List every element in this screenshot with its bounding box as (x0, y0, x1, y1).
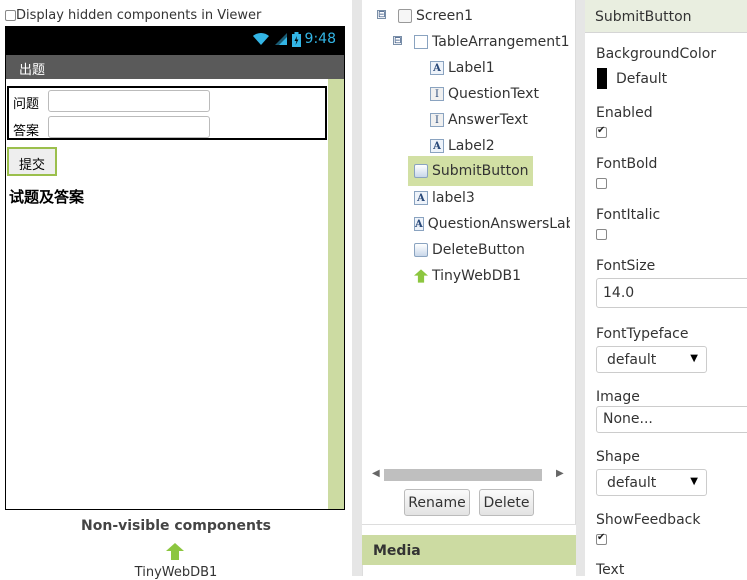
answer-label[interactable]: 答案 (13, 120, 39, 139)
status-time: 9:48 (304, 31, 336, 47)
tree-item-label: DeleteButton (432, 242, 525, 258)
wifi-icon (252, 32, 269, 45)
panel-divider (576, 0, 585, 576)
screen-icon (398, 9, 412, 23)
display-hidden-checkbox[interactable]: Display hidden components in Viewer (5, 8, 261, 23)
fontbold-label: FontBold (596, 156, 658, 172)
properties-panel: SubmitButton BackgroundColor Default Ena… (585, 0, 747, 576)
fontsize-input[interactable]: 14.0 (596, 278, 747, 308)
phone-status-bar: 9:48 (6, 27, 344, 55)
label-icon: A (430, 61, 444, 75)
fonttypeface-select[interactable]: default ▼ (596, 346, 707, 373)
tree-item-label1[interactable]: A Label1 (430, 57, 495, 79)
tree-item-tinywebdb1[interactable]: TinyWebDB1 (414, 265, 521, 287)
signal-icon (274, 33, 287, 45)
viewer-panel: Display hidden components in Viewer 9:48 (0, 0, 352, 580)
tree-item-label3[interactable]: A label3 (414, 187, 475, 209)
tree-item-answertext[interactable]: I AnswerText (430, 109, 528, 131)
fonttypeface-value: default (607, 352, 657, 368)
showfeedback-label: ShowFeedback (596, 512, 701, 528)
tree-item-submitbutton[interactable]: SubmitButton (408, 156, 533, 186)
tree-item-questionanswerslabel[interactable]: A QuestionAnswersLabe (414, 213, 570, 235)
fontsize-label: FontSize (596, 258, 656, 274)
screen-title-bar: 出题 (6, 55, 344, 79)
shape-select[interactable]: default ▼ (596, 469, 707, 496)
label-icon: A (430, 139, 444, 153)
phone-preview: 9:48 出题 问题 答案 提交 试题及答案 (5, 26, 345, 510)
tree-item-tablearrangement1[interactable]: TableArrangement1 (414, 31, 570, 53)
scroll-left-icon[interactable]: ◀ (372, 468, 380, 479)
shape-value: default (607, 475, 657, 491)
text-label: Text (596, 562, 625, 576)
delete-button[interactable]: Delete (479, 489, 534, 516)
answer-text-input[interactable] (48, 116, 210, 138)
media-panel-body (362, 565, 576, 576)
screen-title: 出题 (19, 63, 46, 78)
table-arrangement-icon (414, 35, 428, 49)
tree-item-screen1[interactable]: Screen1 (398, 5, 473, 27)
tree-item-label: label3 (432, 190, 475, 206)
tree-item-label: Screen1 (416, 8, 474, 24)
submit-button-preview[interactable]: 提交 (7, 147, 57, 176)
fonttypeface-label: FontTypeface (596, 326, 689, 342)
selected-component-name: SubmitButton (595, 9, 692, 25)
backgroundcolor-value[interactable]: Default (616, 71, 667, 87)
tree-item-label: QuestionAnswersLabe (427, 216, 570, 232)
question-text-input[interactable] (48, 90, 210, 112)
display-hidden-label: Display hidden components in Viewer (16, 8, 262, 23)
qa-label-preview[interactable]: 试题及答案 (9, 186, 84, 207)
tinywebdb-icon (414, 269, 428, 283)
panel-divider (352, 0, 362, 576)
table-arrangement-preview[interactable]: 问题 答案 (7, 86, 327, 140)
button-icon (414, 243, 428, 257)
rename-button[interactable]: Rename (404, 489, 470, 516)
dropdown-caret-icon: ▼ (690, 476, 698, 487)
tree-item-label: TinyWebDB1 (432, 268, 521, 284)
tree-item-label: QuestionText (448, 86, 539, 102)
tree-item-label: SubmitButton (432, 163, 529, 179)
label-icon: A (414, 217, 424, 231)
shape-label: Shape (596, 449, 640, 465)
textbox-icon: I (430, 87, 444, 101)
battery-icon (291, 31, 301, 47)
collapse-toggle-icon[interactable]: ⊟ (377, 10, 386, 20)
viewer-scroll-strip (328, 79, 344, 509)
media-panel-header: Media (362, 535, 576, 565)
image-label: Image (596, 389, 640, 405)
properties-header: SubmitButton (585, 0, 747, 33)
tree-item-label2[interactable]: A Label2 (430, 135, 495, 157)
media-title: Media (373, 543, 421, 559)
dropdown-caret-icon: ▼ (690, 353, 698, 364)
image-picker[interactable]: None... (596, 406, 747, 433)
tree-item-questiontext[interactable]: I QuestionText (430, 83, 539, 105)
backgroundcolor-label: BackgroundColor (596, 46, 717, 62)
collapse-toggle-icon[interactable]: ⊟ (393, 36, 402, 46)
enabled-label: Enabled (596, 105, 653, 121)
textbox-icon: I (430, 113, 444, 127)
fontitalic-checkbox[interactable] (596, 229, 607, 240)
button-icon (414, 164, 428, 178)
tree-item-label: TableArrangement1 (432, 34, 570, 50)
tree-item-label: AnswerText (448, 112, 528, 128)
fontbold-checkbox[interactable] (596, 178, 607, 189)
tree-item-deletebutton[interactable]: DeleteButton (414, 239, 525, 261)
nonvisible-item[interactable]: TinyWebDB1 (0, 565, 352, 580)
tinywebdb-icon[interactable] (166, 543, 184, 560)
tree-item-label: Label1 (448, 60, 495, 76)
enabled-checkbox[interactable] (596, 125, 607, 138)
backgroundcolor-swatch[interactable] (597, 68, 607, 89)
scrollbar-thumb[interactable] (384, 469, 542, 481)
tree-horizontal-scrollbar[interactable]: ◀ ▶ (370, 467, 568, 483)
showfeedback-checkbox[interactable] (596, 532, 607, 545)
label-icon: A (414, 191, 428, 205)
nonvisible-components-title: Non-visible components (81, 518, 271, 534)
question-label[interactable]: 问题 (13, 93, 39, 112)
submit-button-label: 提交 (18, 158, 45, 173)
scroll-right-icon[interactable]: ▶ (556, 468, 564, 479)
fontitalic-label: FontItalic (596, 207, 661, 223)
display-hidden-checkbox-box[interactable] (5, 10, 16, 21)
tree-item-label: Label2 (448, 138, 495, 154)
